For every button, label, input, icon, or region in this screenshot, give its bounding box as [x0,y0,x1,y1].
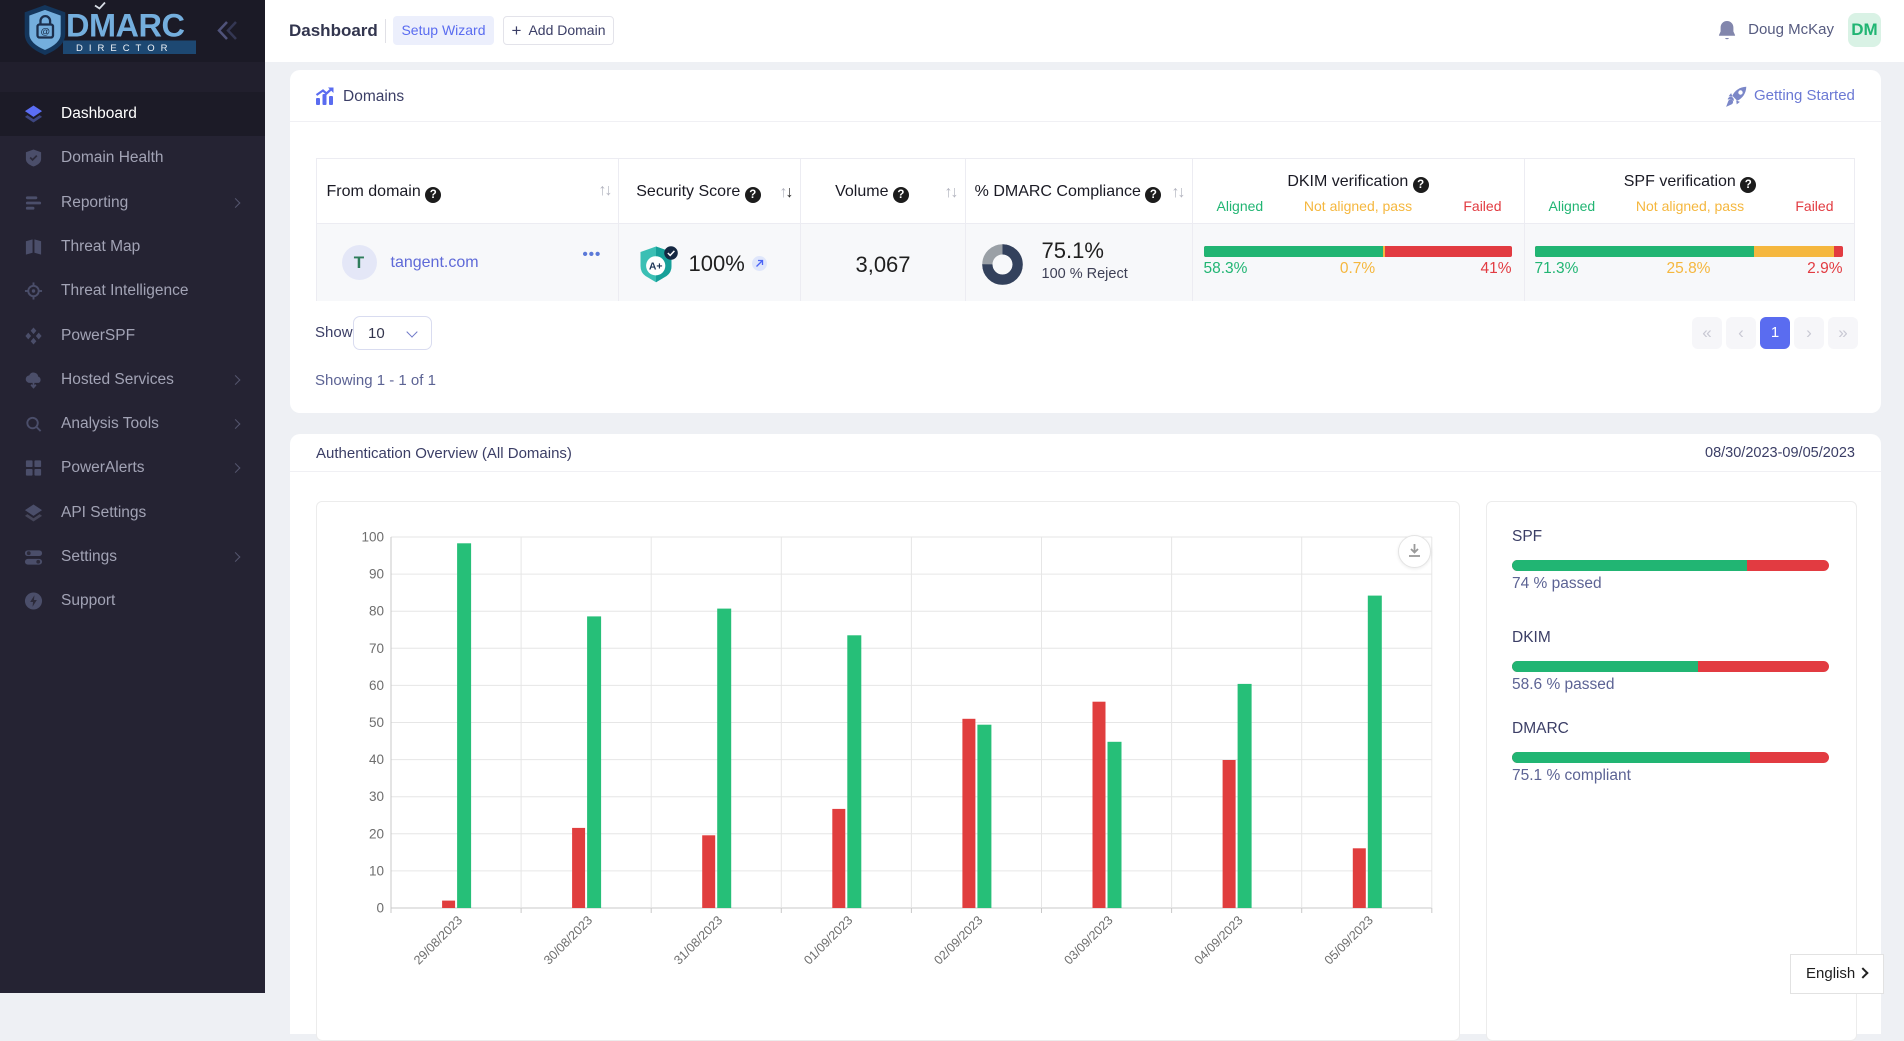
svg-text:05/09/2023: 05/09/2023 [1322,913,1376,967]
svg-text:60: 60 [369,678,384,693]
svg-text:DMARC: DMARC [66,8,184,44]
svg-text:0: 0 [376,901,384,916]
svg-text:31/08/2023: 31/08/2023 [671,913,725,967]
svg-text:10: 10 [369,863,384,878]
svg-text:29/08/2023: 29/08/2023 [411,913,465,967]
svg-text:30: 30 [369,789,384,804]
svg-text:30/08/2023: 30/08/2023 [541,913,595,967]
svg-text:20: 20 [369,826,384,841]
svg-text:90: 90 [369,567,384,582]
svg-text:02/09/2023: 02/09/2023 [931,913,985,967]
svg-text:80: 80 [369,604,384,619]
svg-text:A+: A+ [648,261,662,273]
svg-text:04/09/2023: 04/09/2023 [1192,913,1246,967]
svg-text:40: 40 [369,752,384,767]
svg-text:70: 70 [369,641,384,656]
svg-text:03/09/2023: 03/09/2023 [1061,913,1115,967]
svg-text:01/09/2023: 01/09/2023 [801,913,855,967]
svg-text:100: 100 [361,530,384,545]
svg-text:@: @ [41,27,50,38]
svg-text:DIRECTOR: DIRECTOR [76,43,173,54]
svg-text:50: 50 [369,715,384,730]
